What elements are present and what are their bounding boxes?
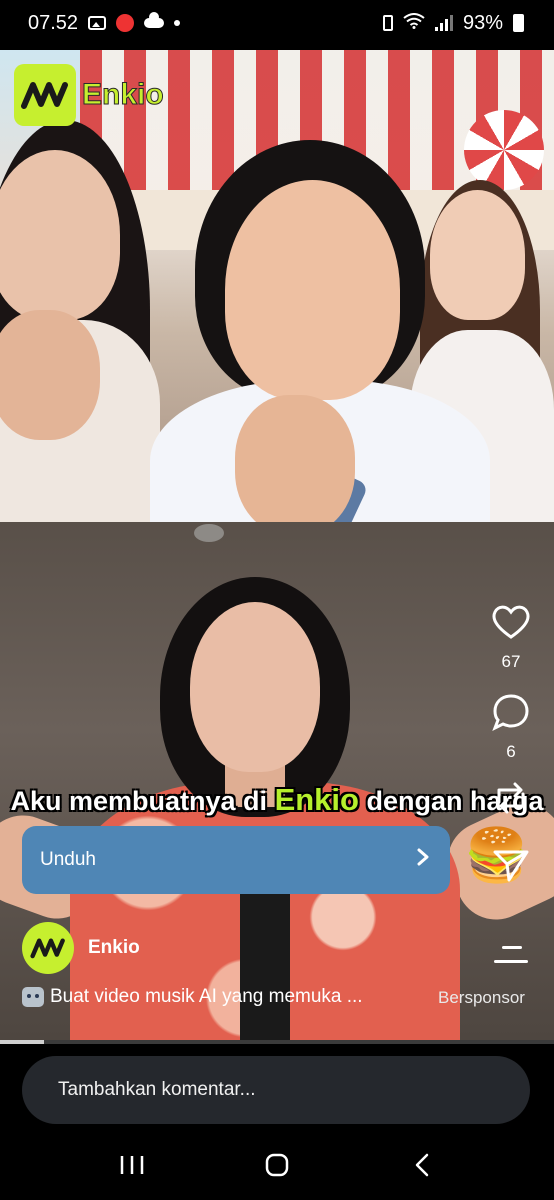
advertiser-avatar[interactable] (22, 922, 74, 974)
back-icon[interactable] (402, 1145, 442, 1185)
caption-highlight: Enkio (274, 782, 359, 817)
video-progress-fill (0, 1040, 45, 1044)
enkio-logo-icon (14, 64, 76, 126)
comment-count: 6 (506, 742, 516, 761)
caption-text-start: Aku membuatnya di (10, 786, 268, 816)
recent-apps-icon[interactable] (112, 1145, 152, 1185)
sponsored-label: Bersponsor (438, 988, 525, 1007)
heart-icon[interactable] (489, 600, 533, 644)
download-button[interactable]: Unduh (22, 826, 450, 894)
battery-icon (513, 14, 524, 32)
home-icon[interactable] (257, 1145, 297, 1185)
app-notification-icon (116, 14, 135, 32)
status-left: 07.52 (28, 11, 181, 35)
brand-name: Enkio (82, 78, 165, 112)
menu-icon[interactable] (494, 944, 528, 966)
status-right: 93% (382, 11, 524, 35)
brand-watermark: Enkio (14, 64, 164, 126)
advertiser-info[interactable]: Enkio (22, 922, 140, 974)
battery-saver-icon (382, 15, 393, 31)
person-center-hand (235, 395, 355, 522)
robot-icon (22, 987, 44, 1007)
send-icon[interactable] (489, 842, 533, 886)
comment-input[interactable] (22, 1056, 530, 1124)
person-left-hand (0, 310, 100, 440)
more-notifications-icon (174, 20, 181, 26)
wifi-icon (403, 12, 425, 34)
video-progress-bar[interactable] (0, 1040, 554, 1044)
person-right-face (430, 190, 525, 320)
download-label: Unduh (40, 849, 96, 870)
signal-icon (434, 15, 453, 31)
person-center-face (225, 180, 400, 400)
like-count: 67 (501, 652, 521, 671)
action-rail: 67 6 (478, 600, 544, 886)
pinwheel-decoration (464, 110, 544, 190)
presenter-face (190, 602, 320, 772)
status-bar: 07.52 93% (0, 0, 554, 46)
status-time: 07.52 (28, 11, 79, 34)
ad-description-text: Buat video musik AI yang memuka ... (50, 986, 363, 1007)
gallery-notification-icon (88, 16, 107, 30)
ceiling-light (194, 524, 224, 542)
person-left-face (0, 150, 120, 320)
ad-description[interactable]: Buat video musik AI yang memuka ... (22, 986, 402, 1008)
cloud-icon (144, 12, 165, 28)
share-icon[interactable] (489, 776, 533, 820)
battery-percent: 93% (462, 11, 503, 34)
system-navigation-bar (0, 1130, 554, 1200)
advertiser-name[interactable]: Enkio (88, 937, 140, 959)
comment-bubble-icon[interactable] (489, 690, 533, 734)
video-caption: Aku membuatnya di Enkio dengan harga (0, 782, 554, 818)
presenter-inner-shirt (240, 882, 290, 1040)
chevron-right-icon (416, 847, 430, 873)
